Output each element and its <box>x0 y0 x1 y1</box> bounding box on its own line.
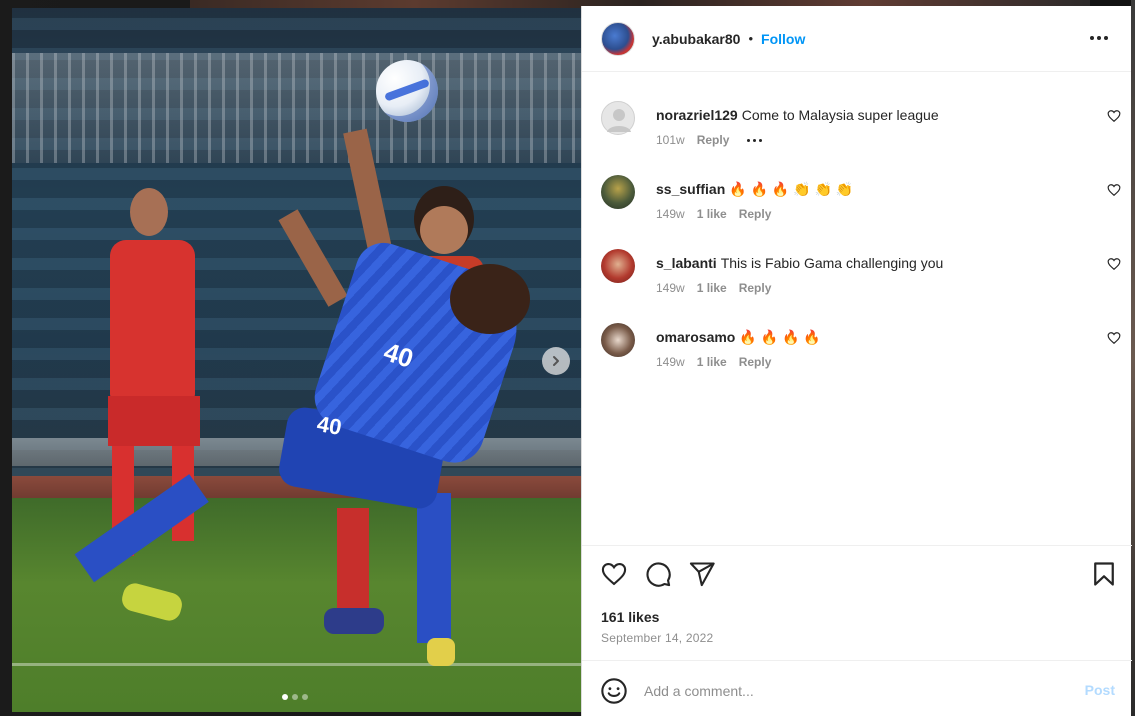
commenter-avatar[interactable] <box>601 249 635 283</box>
comment-more-icon[interactable] <box>747 138 763 142</box>
comment-like-count[interactable]: 1 like <box>697 281 727 295</box>
comment-text: Come to Malaysia super league <box>741 107 939 123</box>
comment-item: s_labanti This is Fabio Gama challenging … <box>601 245 1121 305</box>
comments-list: norazriel129 Come to Malaysia super leagu… <box>582 73 1132 545</box>
reply-button[interactable]: Reply <box>739 281 772 295</box>
comment-age: 149w <box>656 281 685 295</box>
comment-item: norazriel129 Come to Malaysia super leagu… <box>601 97 1121 157</box>
comment-input[interactable] <box>644 679 1064 703</box>
football-ball <box>376 60 438 122</box>
comment-item: omarosamo 🔥 🔥 🔥 🔥 149w 1 like Reply <box>601 319 1121 379</box>
comment-age: 101w <box>656 133 685 147</box>
carousel-dot <box>292 694 298 700</box>
comment-bubble-icon[interactable] <box>644 560 672 588</box>
comment-username[interactable]: omarosamo <box>656 329 735 345</box>
commenter-avatar[interactable] <box>601 323 635 357</box>
player-blue-kit: 40 40 <box>74 235 542 678</box>
comment-username[interactable]: ss_suffian <box>656 181 725 197</box>
carousel-next-button[interactable] <box>542 347 570 375</box>
owner-username[interactable]: y.abubakar80 <box>652 31 740 47</box>
comment-username[interactable]: s_labanti <box>656 255 717 271</box>
comment-item: ss_suffian 🔥 🔥 🔥 👏 👏 👏 149w 1 like Reply <box>601 171 1121 231</box>
comment-composer: Post <box>582 660 1132 716</box>
header-separator: • <box>748 31 754 46</box>
reply-button[interactable]: Reply <box>739 355 772 369</box>
chevron-right-icon <box>553 356 559 366</box>
post-comment-button[interactable]: Post <box>1085 682 1115 698</box>
like-count[interactable]: 161 likes <box>601 609 659 625</box>
send-icon[interactable] <box>688 560 716 588</box>
shorts-number: 40 <box>315 411 344 440</box>
bookmark-icon[interactable] <box>1090 560 1118 588</box>
heart-icon[interactable] <box>600 560 628 588</box>
commenter-avatar[interactable] <box>601 175 635 209</box>
comment-text: 🔥 🔥 🔥 👏 👏 👏 <box>729 181 854 197</box>
post-date: September 14, 2022 <box>601 631 714 645</box>
reply-button[interactable]: Reply <box>697 133 730 147</box>
comment-text: 🔥 🔥 🔥 🔥 <box>739 329 821 345</box>
owner-avatar[interactable] <box>601 21 635 56</box>
comment-like-heart-icon[interactable] <box>1107 109 1121 123</box>
carousel-dot <box>302 694 308 700</box>
post-details-panel: y.abubakar80 • Follow norazriel129 Come t… <box>581 6 1132 716</box>
reply-button[interactable]: Reply <box>739 207 772 221</box>
comment-like-count[interactable]: 1 like <box>697 207 727 221</box>
commenter-avatar[interactable] <box>601 101 635 135</box>
comment-like-heart-icon[interactable] <box>1107 183 1121 197</box>
comment-text: This is Fabio Gama challenging you <box>720 255 944 271</box>
comment-age: 149w <box>656 207 685 221</box>
more-options-icon[interactable] <box>1087 28 1111 48</box>
comment-like-heart-icon[interactable] <box>1107 257 1121 271</box>
comment-age: 149w <box>656 355 685 369</box>
carousel-dot <box>282 694 288 700</box>
default-avatar-icon <box>607 109 631 132</box>
comment-like-count[interactable]: 1 like <box>697 355 727 369</box>
carousel-indicators <box>282 694 308 700</box>
post-actions: 161 likes September 14, 2022 <box>582 545 1132 660</box>
post-header: y.abubakar80 • Follow <box>582 6 1131 72</box>
comment-username[interactable]: norazriel129 <box>656 107 738 123</box>
emoji-smile-icon[interactable] <box>600 677 628 705</box>
comment-like-heart-icon[interactable] <box>1107 331 1121 345</box>
follow-button[interactable]: Follow <box>761 31 805 47</box>
post-photo: 40 40 <box>12 8 581 712</box>
